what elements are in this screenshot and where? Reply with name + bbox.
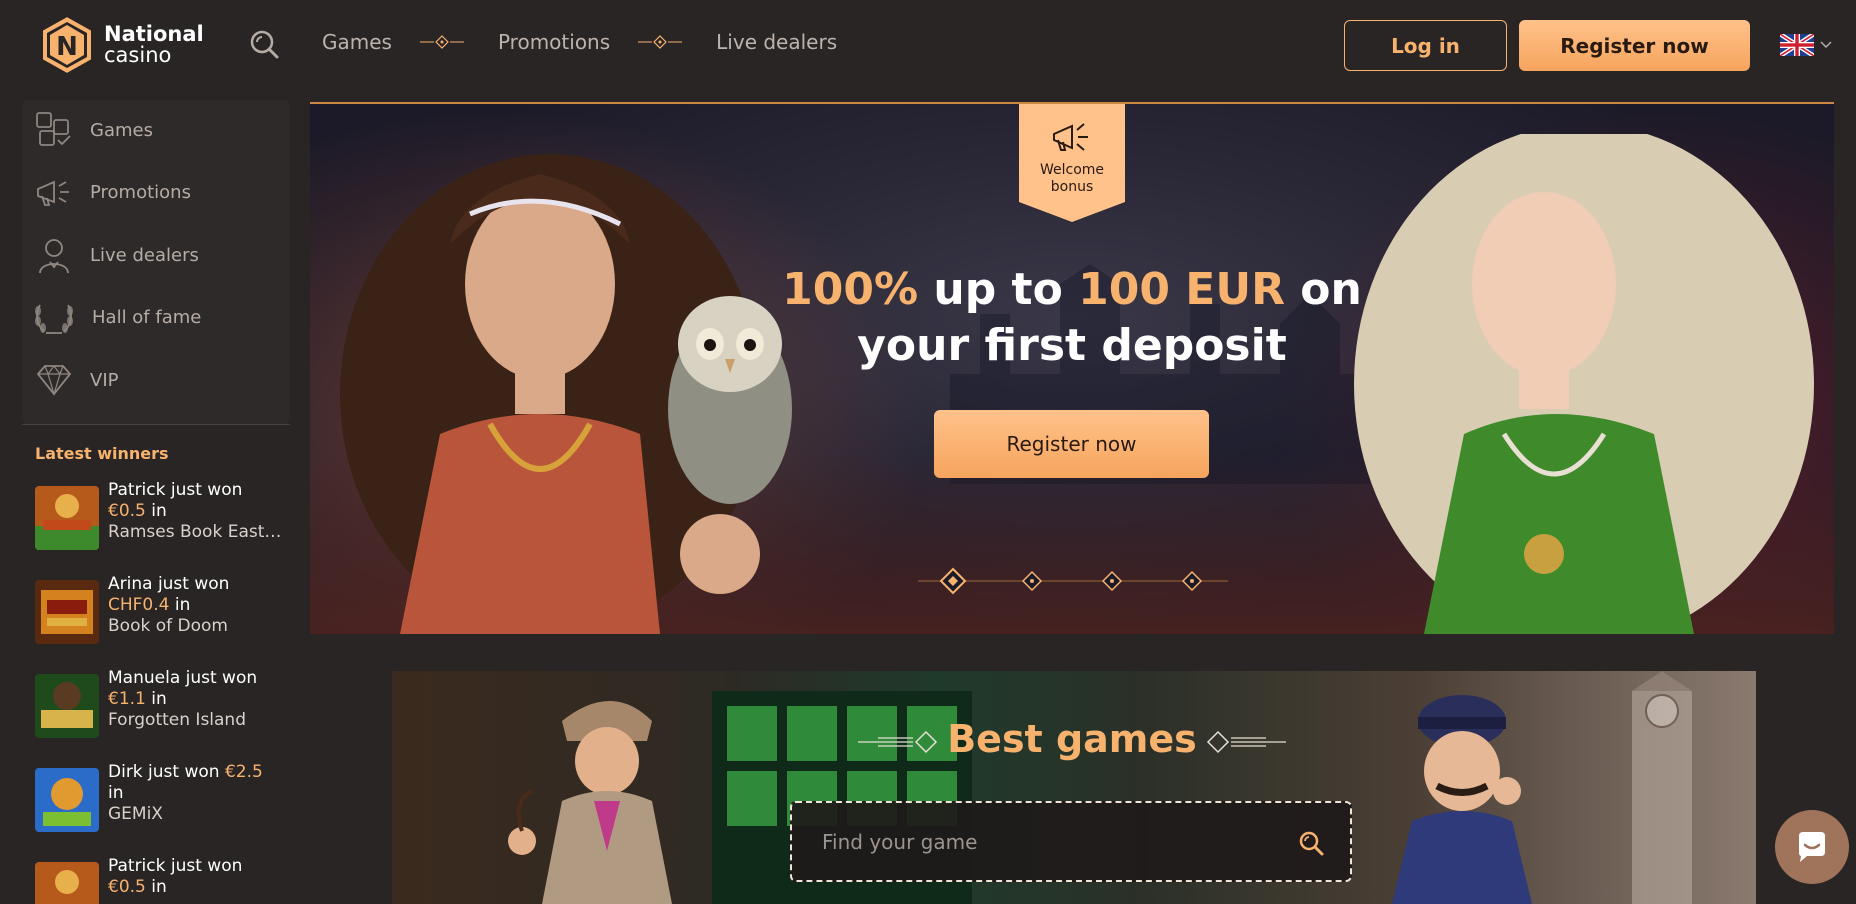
sidebar-item-label: Promotions [90,181,191,203]
winner-amount: CHF0.4 [108,595,170,615]
carousel-dot[interactable] [1101,570,1123,592]
winner-in: in [151,877,167,897]
sidebar-item-live-dealers[interactable]: Live dealers [34,235,199,275]
laurel-icon [35,304,73,334]
welcome-bonus-banner: Welcome bonus 100% up to 100 EUR on your… [310,102,1834,634]
winner-in: in [174,595,191,615]
headline-highlight-percent: 100% [782,264,919,315]
winner-item[interactable]: Manuela just won €1.1 in Forgotten Islan… [35,668,285,738]
nav-live-dealers[interactable]: Live dealers [716,30,837,54]
winner-amount: €1.1 [108,689,146,709]
top-header: N National casino Games Promotions Live … [0,0,1856,92]
headline-text: up to [918,264,1079,315]
winner-game: Book of Doom [108,616,228,636]
clock-tower-illustration [1632,671,1692,904]
sidebar-item-games[interactable]: Games [34,110,153,150]
winner-amount: €0.5 [108,501,146,521]
game-search-box [790,801,1352,882]
logo-line2: casino [104,43,172,67]
megaphone-icon [37,180,69,206]
puzzle-icon [36,112,71,146]
carousel-dot[interactable] [1021,570,1043,592]
diamond-icon [36,365,72,397]
best-games-section: Best games [392,671,1756,904]
sidebar-item-vip[interactable]: VIP [34,360,118,400]
winner-name: Arina just won [108,574,230,594]
sorceress-illustration-right [1354,134,1814,634]
nav-games[interactable]: Games [322,30,392,54]
sidebar-menu: Games Promotions Live dealers Hall of fa… [22,100,290,424]
winner-game: Forgotten Island [108,710,247,730]
nav-separator-icon [419,35,464,49]
winner-item[interactable]: Dirk just won €2.5 in GEMiX [35,762,285,832]
sidebar-item-label: Live dealers [90,244,199,266]
top-nav: Games Promotions Live dealers [322,30,837,54]
sidebar-divider [22,424,290,425]
search-icon[interactable] [1298,830,1324,856]
winner-name: Manuela just won [108,668,258,688]
svg-text:N: N [56,32,78,62]
sidebar-item-label: VIP [90,369,119,391]
winner-in: in [151,501,167,521]
headline-highlight-amount: 100 EUR [1078,264,1285,315]
game-thumbnail [35,580,99,644]
search-icon[interactable] [248,28,280,60]
logo-line1: National [104,22,204,46]
chat-bubble-icon [1799,832,1825,862]
welcome-badge-line1: Welcome [1039,162,1105,178]
logo-badge-icon: N [41,14,93,76]
winner-amount: €2.5 [224,762,263,782]
detective-illustration [508,701,672,904]
login-button[interactable]: Log in [1344,20,1507,71]
winner-item[interactable]: Patrick just won €0.5 in [35,856,285,904]
register-button[interactable]: Register now [1519,20,1750,71]
winner-item[interactable]: Patrick just won €0.5 in Ramses Book Eas… [35,480,288,550]
winner-game: Ramses Book Easter Egg [108,522,288,542]
welcome-badge-line2: bonus [1050,179,1094,195]
latest-winners-title: Latest winners [35,444,169,463]
carousel-dot-active[interactable] [939,567,967,595]
nav-separator-icon [638,35,683,49]
nav-promotions[interactable]: Promotions [498,30,610,54]
winner-name: Patrick just won [108,480,243,500]
winner-name: Patrick just won [108,856,243,876]
game-thumbnail [35,486,99,550]
title-ornament-right-icon [1206,730,1286,754]
uk-flag-icon [1780,34,1814,56]
game-thumbnail [35,768,99,832]
winner-in: in [108,783,124,803]
game-thumbnail [35,674,99,738]
winner-amount: €0.5 [108,877,146,897]
winner-game: GEMiX [108,804,163,824]
sidebar-item-hall-of-fame[interactable]: Hall of fame [32,297,201,337]
sidebar-item-label: Hall of fame [92,306,202,328]
detective-illustration [1392,695,1532,904]
carousel-pagination [918,567,1228,595]
winner-item[interactable]: Arina just won CHF0.4 in Book of Doom [35,574,285,644]
winner-in: in [151,689,167,709]
game-thumbnail [35,862,99,904]
sidebar-item-label: Games [90,119,153,141]
chevron-down-icon [1820,41,1832,49]
winner-name: Dirk just won [108,762,220,782]
language-selector[interactable] [1780,34,1832,56]
hero-register-button[interactable]: Register now [934,410,1209,478]
game-search-input[interactable] [822,825,1262,859]
casino-logo[interactable]: N National casino [38,14,204,76]
sidebar-item-promotions[interactable]: Promotions [34,172,191,212]
hero-headline: 100% up to 100 EUR on your first deposit [730,262,1414,374]
carousel-dot[interactable] [1181,570,1203,592]
live-chat-button[interactable] [1775,810,1849,884]
dealer-icon [39,239,69,274]
